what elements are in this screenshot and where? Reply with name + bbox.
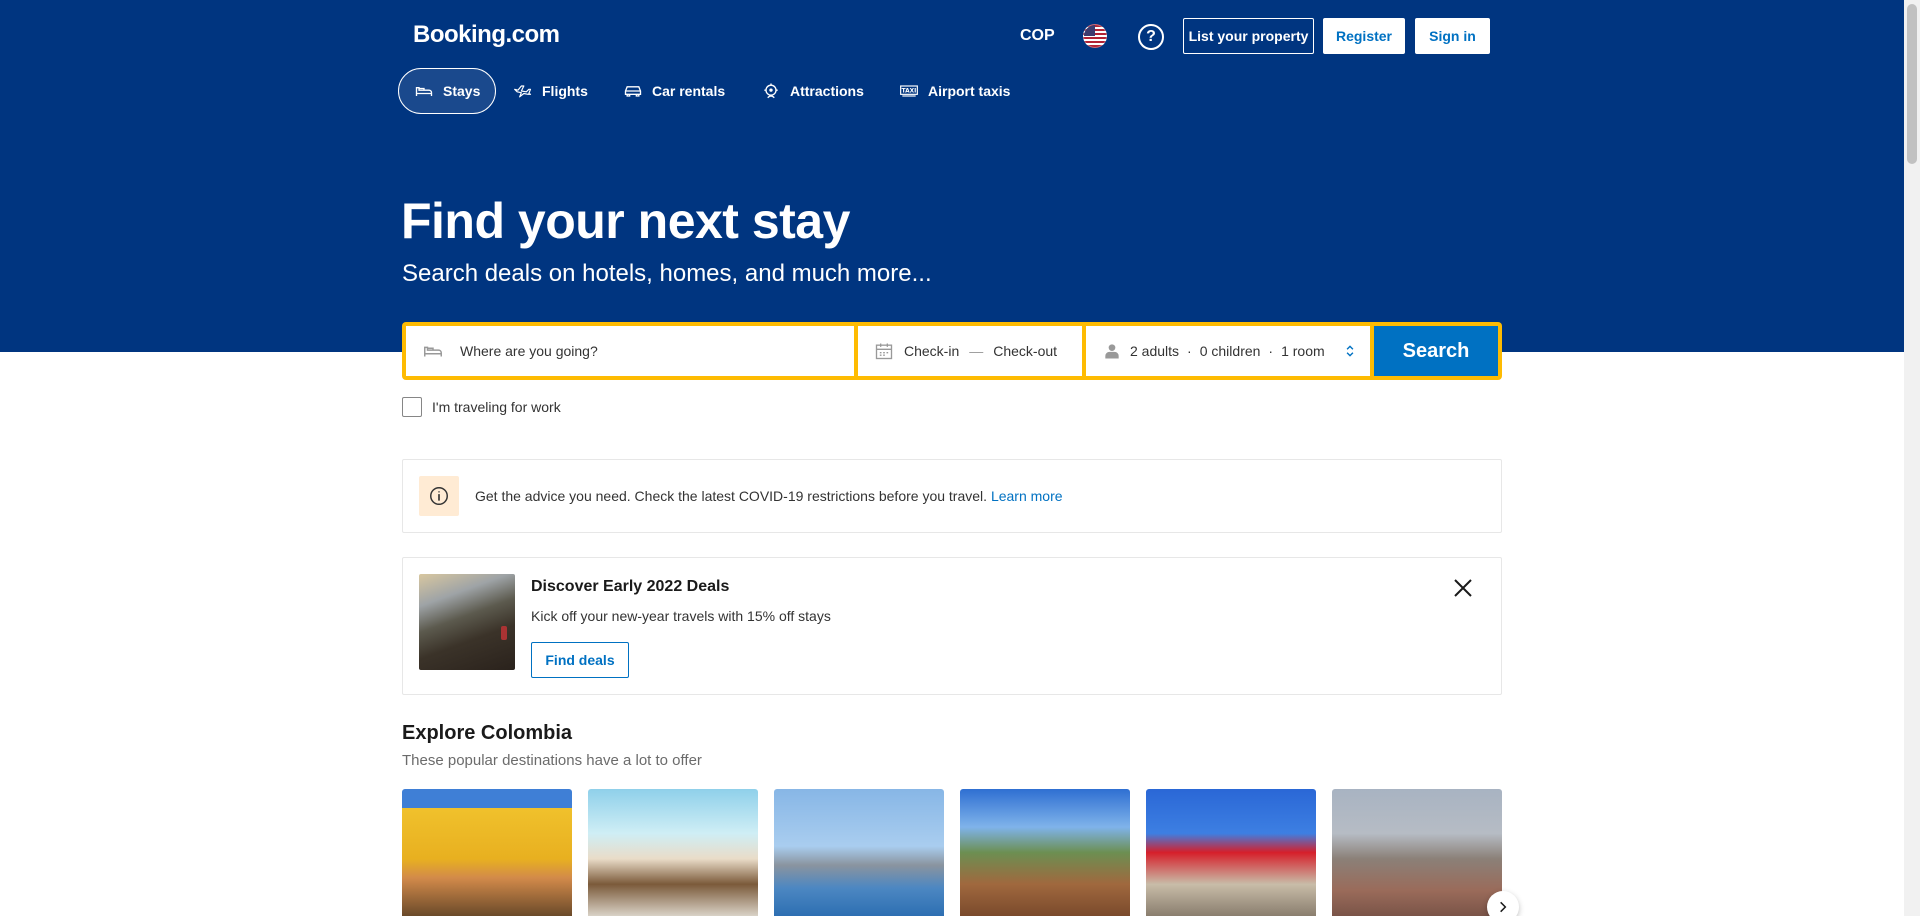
children-count: 0 children (1199, 343, 1261, 359)
bed-icon (424, 346, 442, 357)
attractions-icon (764, 83, 778, 99)
person-icon (1105, 344, 1119, 359)
covid-message: Get the advice you need. Check the lates… (475, 488, 988, 504)
tab-label: Attractions (790, 83, 864, 99)
info-icon (419, 476, 459, 516)
tab-label: Airport taxis (928, 83, 1011, 99)
work-travel-label: I'm traveling for work (432, 399, 561, 415)
tab-car-rentals[interactable]: Car rentals (608, 68, 740, 114)
bed-icon (415, 87, 433, 96)
guests-selector[interactable]: 2 adults · 0 children · 1 room (1086, 326, 1370, 376)
work-travel-checkbox[interactable]: I'm traveling for work (402, 397, 561, 417)
tab-label: Flights (542, 83, 588, 99)
deal-image (419, 574, 515, 670)
guest-sep: · (1268, 343, 1274, 359)
tab-stays[interactable]: Stays (398, 68, 497, 114)
page-subtitle: Search deals on hotels, homes, and much … (402, 260, 932, 287)
deal-text: Kick off your new-year travels with 15% … (531, 608, 831, 624)
destination-card[interactable] (402, 789, 572, 916)
page-title: Find your next stay (401, 193, 850, 249)
date-picker[interactable]: Check-in — Check-out (858, 326, 1082, 376)
destination-card[interactable] (1332, 789, 1502, 916)
sign-in-button[interactable]: Sign in (1415, 18, 1490, 54)
taxi-icon: TAXI (900, 85, 918, 97)
deal-title: Discover Early 2022 Deals (531, 578, 730, 595)
check-in-label: Check-in (904, 343, 960, 359)
checkbox-box[interactable] (402, 397, 422, 417)
explore-subtitle: These popular destinations have a lot to… (402, 752, 702, 769)
deal-banner: Discover Early 2022 Deals Kick off your … (402, 557, 1502, 695)
find-deals-button[interactable]: Find deals (531, 642, 629, 678)
learn-more-link[interactable]: Learn more (991, 488, 1063, 504)
destination-card[interactable] (960, 789, 1130, 916)
tab-label: Car rentals (652, 83, 726, 99)
search-button[interactable]: Search (1374, 326, 1498, 376)
covid-text: Get the advice you need. Check the lates… (475, 488, 1063, 504)
booking-logo[interactable]: Booking.com (413, 21, 560, 49)
calendar-icon (875, 343, 893, 360)
destination-card[interactable] (1146, 789, 1316, 916)
rooms-count: 1 room (1281, 343, 1325, 359)
guest-sep: · (1187, 343, 1192, 359)
help-icon[interactable]: ? (1138, 24, 1164, 50)
register-button[interactable]: Register (1323, 18, 1405, 54)
language-flag-icon[interactable] (1083, 24, 1107, 48)
tab-flights[interactable]: Flights (498, 68, 603, 114)
tab-airport-taxis[interactable]: TAXI Airport taxis (884, 68, 1025, 114)
list-property-button[interactable]: List your property (1183, 18, 1314, 54)
date-separator: — (969, 343, 984, 359)
chevron-right-icon (1500, 901, 1507, 913)
destination-card[interactable] (588, 789, 758, 916)
currency-selector[interactable]: COP (1020, 27, 1055, 45)
plane-icon (514, 85, 532, 98)
scrollbar-thumb[interactable] (1907, 4, 1917, 164)
car-icon (624, 86, 642, 97)
adults-count: 2 adults (1130, 343, 1180, 359)
destination-card[interactable] (774, 789, 944, 916)
tab-label: Stays (443, 83, 481, 99)
check-out-label: Check-out (993, 343, 1058, 359)
carousel-next-button[interactable] (1487, 891, 1519, 916)
search-bar: Where are you going? Check-in — Check-ou… (402, 322, 1502, 380)
close-icon[interactable] (1451, 576, 1475, 600)
page-scrollbar[interactable] (1904, 0, 1920, 916)
tab-attractions[interactable]: Attractions (746, 68, 879, 114)
hero-banner (0, 0, 1904, 352)
explore-title: Explore Colombia (402, 722, 573, 744)
destination-input[interactable]: Where are you going? (406, 326, 854, 376)
covid-banner: Get the advice you need. Check the lates… (402, 459, 1502, 533)
chevron-updown-icon (1346, 345, 1354, 357)
destination-placeholder: Where are you going? (460, 343, 598, 359)
svg-text:TAXI: TAXI (902, 89, 917, 95)
